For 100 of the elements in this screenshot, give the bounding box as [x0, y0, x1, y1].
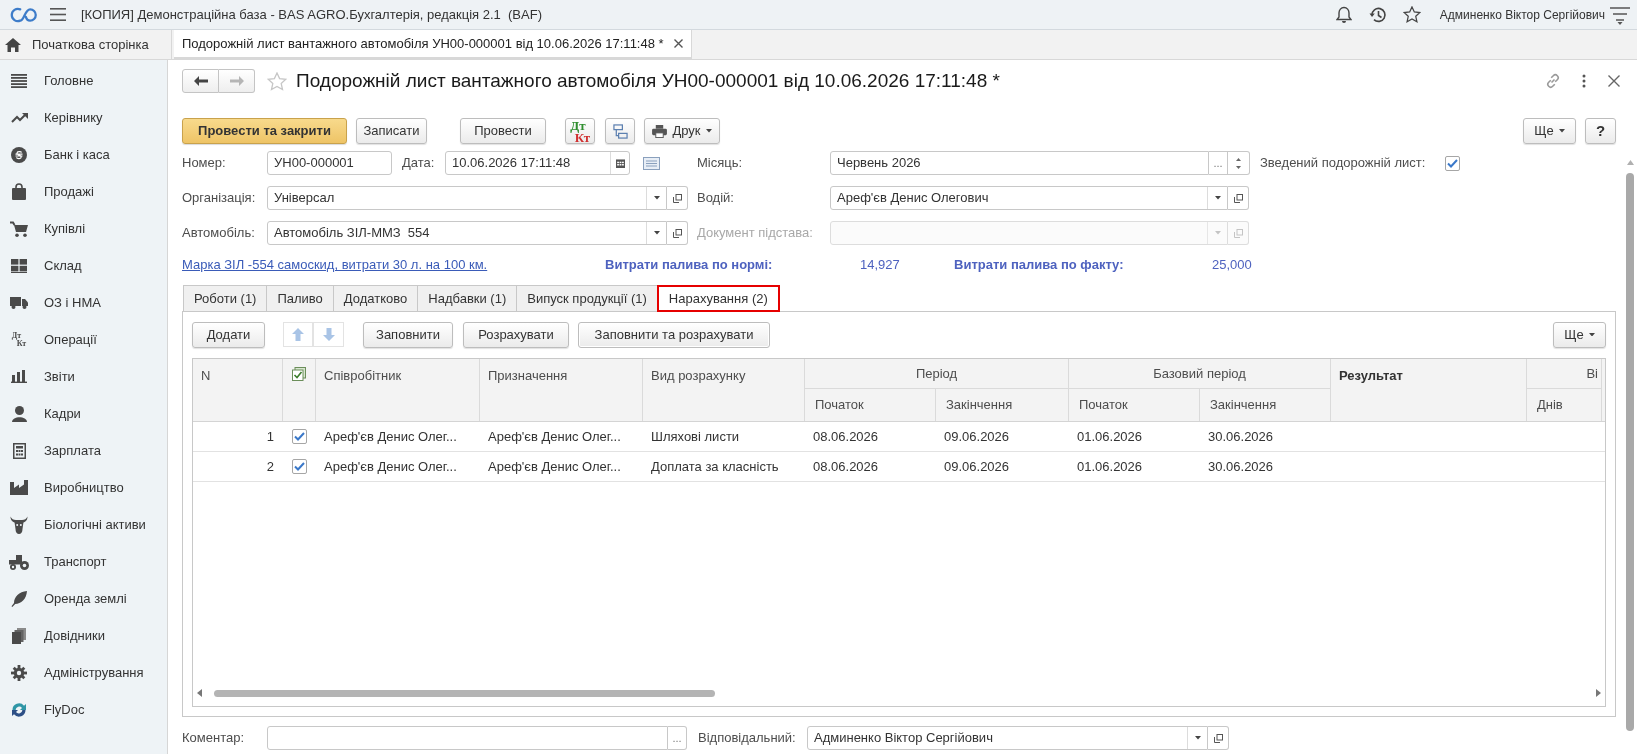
- menu-icon[interactable]: [50, 8, 66, 21]
- home-tab[interactable]: Початкова сторінка: [0, 30, 172, 59]
- debit-credit-button[interactable]: Дт Кт: [565, 118, 595, 144]
- fill-and-calculate-button[interactable]: Заповнити та розрахувати: [578, 321, 770, 348]
- tab[interactable]: Додатково: [332, 285, 419, 312]
- post-and-close-button[interactable]: Провести та закрити: [182, 118, 347, 144]
- choice-button[interactable]: ...: [1209, 151, 1228, 175]
- fill-button[interactable]: Заповнити: [363, 321, 453, 348]
- sidebar-item[interactable]: Адміністрування: [0, 654, 167, 691]
- sidebar-item[interactable]: Склад: [0, 247, 167, 284]
- link-icon[interactable]: [1545, 73, 1561, 89]
- debit-credit-label: Дт Кт: [11, 331, 27, 348]
- sidebar-item[interactable]: Транспорт: [0, 543, 167, 580]
- sidebar-item[interactable]: ОЗ і НМА: [0, 284, 167, 321]
- tab[interactable]: Випуск продукції (1): [516, 285, 658, 312]
- column-header[interactable]: Ві: [1527, 359, 1602, 389]
- row-number: 1: [265, 427, 275, 446]
- sidebar-item[interactable]: Виробництво: [0, 469, 167, 506]
- more-button[interactable]: Ще: [1523, 118, 1576, 144]
- sidebar-item[interactable]: Оренда землі: [0, 580, 167, 617]
- spin-down-icon[interactable]: [1236, 165, 1241, 169]
- spin-control[interactable]: [1228, 151, 1250, 175]
- document-lines-icon[interactable]: [643, 156, 660, 170]
- table-cell-text: 08.06.2026: [812, 427, 880, 446]
- table-cell-text: Ареф'єв Денис Олег...: [323, 427, 458, 446]
- scroll-right-icon[interactable]: [1596, 689, 1601, 697]
- star-icon[interactable]: [1402, 6, 1421, 23]
- table-cell-text: 09.06.2026: [943, 427, 1011, 446]
- menu-lines-icon[interactable]: [1610, 4, 1630, 25]
- open-window-icon: [1233, 193, 1243, 203]
- sidebar-item[interactable]: Головне: [0, 62, 167, 99]
- calendar-icon[interactable]: [615, 158, 625, 168]
- comment-field[interactable]: [267, 726, 668, 750]
- open-button[interactable]: [667, 221, 688, 245]
- window-title: [КОПИЯ] Демонстраційна база - BAS AGRO.Бухгалтерія, редакція 2.1 (BAF): [81, 5, 542, 24]
- vehicle-field[interactable]: Автомобіль ЗІЛ-ММЗ 554: [267, 221, 667, 245]
- sidebar-item[interactable]: Купівлі: [0, 210, 167, 247]
- help-button[interactable]: ?: [1585, 118, 1616, 144]
- tab[interactable]: Надбавки (1): [417, 285, 518, 312]
- number-field[interactable]: УН00-000001: [267, 151, 392, 175]
- choice-button[interactable]: ...: [668, 726, 687, 750]
- checkbox[interactable]: [292, 459, 307, 474]
- checkbox[interactable]: [1445, 155, 1460, 171]
- sidebar-item[interactable]: Довідники: [0, 617, 167, 654]
- scrollbar-thumb[interactable]: [214, 689, 715, 697]
- date-field[interactable]: 10.06.2026 17:11:48: [445, 151, 630, 175]
- scroll-left-icon[interactable]: [197, 689, 202, 697]
- caret-icon: [1558, 129, 1565, 133]
- check-all-icon[interactable]: [292, 367, 306, 381]
- user-name[interactable]: Админенко Віктор Сергійович: [1439, 5, 1605, 24]
- scrollbar-thumb[interactable]: [1626, 173, 1634, 731]
- driver-field[interactable]: Ареф'єв Денис Олегович: [830, 186, 1228, 210]
- organization-field[interactable]: Універсал: [267, 186, 667, 210]
- caret-icon: [1588, 332, 1595, 337]
- field-label: Номер:: [182, 154, 227, 173]
- calculate-button[interactable]: Розрахувати: [463, 321, 569, 348]
- tab[interactable]: Нарахування (2): [656, 285, 780, 312]
- column-header[interactable]: Період: [805, 359, 1069, 389]
- post-button[interactable]: Провести: [460, 118, 546, 144]
- history-icon[interactable]: [1368, 5, 1387, 24]
- back-button[interactable]: [182, 69, 219, 93]
- close-icon[interactable]: [1608, 75, 1620, 87]
- spin-up-icon[interactable]: [1236, 157, 1241, 161]
- table-cell-text: Ареф'єв Денис Олег...: [323, 457, 458, 476]
- sidebar-item[interactable]: Кадри: [0, 395, 167, 432]
- more-button[interactable]: Ще: [1553, 321, 1606, 348]
- sidebar-item[interactable]: Звіти: [0, 358, 167, 395]
- document-tab[interactable]: Подорожній лист вантажного автомобіля УН00-000001 від 10.06.2026 17:11:48 *: [174, 30, 692, 59]
- sidebar-item[interactable]: Зарплата: [0, 432, 167, 469]
- tab[interactable]: Роботи (1): [183, 285, 268, 312]
- row-number: 2: [265, 457, 275, 476]
- close-icon[interactable]: [673, 39, 683, 48]
- more-vertical-icon[interactable]: [1582, 74, 1586, 88]
- sidebar-item[interactable]: Біологічні активи: [0, 506, 167, 543]
- tab[interactable]: Паливо: [266, 285, 334, 312]
- sidebar-item[interactable]: FlyDoc: [0, 691, 167, 728]
- up-arrow-icon: [292, 328, 304, 341]
- open-window-icon: [1233, 228, 1243, 238]
- checkbox[interactable]: [292, 429, 307, 444]
- open-button[interactable]: [1228, 186, 1249, 210]
- trend-line-icon: [10, 112, 28, 123]
- open-button[interactable]: [667, 186, 688, 210]
- month-field[interactable]: Червень 2026: [830, 151, 1209, 175]
- sidebar-item[interactable]: Керівнику: [0, 99, 167, 136]
- column-header[interactable]: Базовий період: [1069, 359, 1331, 389]
- structure-button[interactable]: [605, 118, 635, 144]
- table-cell-text: 09.06.2026: [943, 457, 1011, 476]
- open-window-icon: [1213, 733, 1223, 743]
- vehicle-info-link[interactable]: Марка ЗІЛ -554 самоскид, витрати 30 л. на 100 км.: [182, 255, 488, 275]
- checkmark-icon: [294, 462, 305, 471]
- save-button[interactable]: Записати: [356, 118, 427, 144]
- print-button[interactable]: Друк: [644, 118, 720, 144]
- sidebar-item[interactable]: Банк і каса: [0, 136, 167, 173]
- add-button[interactable]: Додати: [192, 321, 265, 348]
- sidebar-item[interactable]: Дт Кт Операції: [0, 321, 167, 358]
- cow-head-icon: [10, 515, 28, 534]
- responsible-field[interactable]: Админенко Віктор Сергійович: [807, 726, 1208, 750]
- open-button[interactable]: [1208, 726, 1229, 750]
- sidebar-item[interactable]: Продажі: [0, 173, 167, 210]
- bell-icon[interactable]: [1335, 5, 1352, 24]
